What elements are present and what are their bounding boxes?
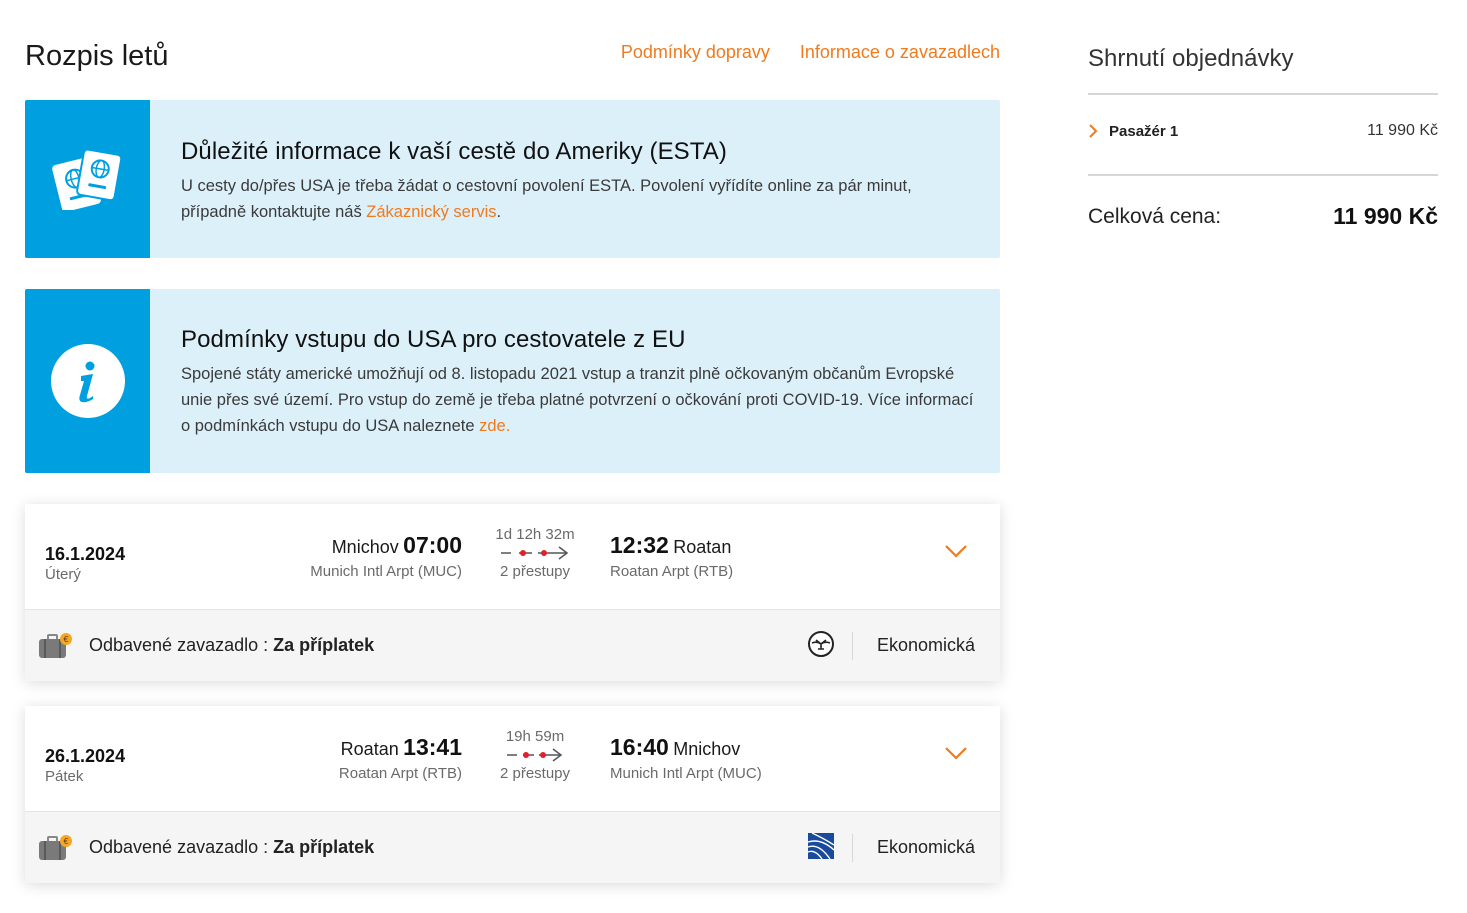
esta-title: Důležité informace k vaší cestě do Ameri… — [181, 138, 727, 165]
chevron-down-icon[interactable] — [944, 544, 968, 558]
departure-airport: Roatan Arpt (RTB) — [338, 765, 462, 782]
arrival-airport: Roatan Arpt (RTB) — [610, 563, 734, 580]
flight-details-bar: € Odbavené zavazadlo : Za příplatek Ekon… — [25, 610, 1000, 681]
flight-stops: 2 přestupy — [499, 765, 571, 782]
arrival-time: 12:32 — [610, 532, 669, 558]
baggage-value: Za příplatek — [273, 837, 375, 857]
flight-stops: 2 přestupy — [499, 563, 571, 580]
total-price: 11 990 Kč — [1333, 203, 1438, 229]
esta-description: U cesty do/přes USA je třeba žádat o ces… — [181, 173, 976, 225]
usa-entry-text-body: Spojené státy americké umožňují od 8. li… — [181, 365, 974, 435]
passenger-price: 11 990 Kč — [1367, 122, 1438, 139]
usa-entry-info-box: Podmínky vstupu do USA pro cestovatele z… — [25, 289, 1000, 473]
baggage-label: Odbavené zavazadlo : — [89, 635, 274, 655]
usa-entry-title: Podmínky vstupu do USA pro cestovatele z… — [181, 326, 686, 353]
flight-date: 26.1.2024 — [45, 746, 126, 766]
passenger-label: Pasažér 1 — [1109, 123, 1179, 140]
departure-time: 07:00 — [403, 532, 462, 558]
esta-text-end: . — [496, 203, 502, 221]
flight-date: 16.1.2024 — [45, 544, 126, 564]
esta-icon-panel — [25, 100, 150, 258]
arrival: 16:40 Mnichov Munich Intl Arpt (MUC) — [610, 734, 762, 782]
flight-duration-block: 19h 59m 2 přestupy — [490, 728, 580, 782]
flight-duration: 1d 12h 32m — [495, 526, 575, 543]
info-icon — [50, 344, 125, 418]
arrival-time: 16:40 — [610, 734, 669, 760]
departure: Mnichov 07:00 Munich Intl Arpt (MUC) — [310, 532, 462, 580]
flight-duration: 19h 59m — [505, 728, 565, 745]
flight-details-bar: € Odbavené zavazadlo : Za příplatek Ekon… — [25, 812, 1000, 883]
arrival-city: Mnichov — [673, 739, 741, 759]
flight-day: Pátek — [45, 768, 84, 785]
chevron-right-icon — [1089, 124, 1098, 138]
route-arrow-icon — [501, 546, 569, 560]
united-logo-icon — [807, 832, 835, 860]
header-links: Podmínky dopravy Informace o zavazadlech — [621, 42, 1000, 63]
passport-icon — [51, 148, 122, 210]
esta-info-box: Důležité informace k vaší cestě do Ameri… — [25, 100, 1000, 258]
page-header: Rozpis letů Podmínky dopravy Informace o… — [25, 0, 1000, 100]
chevron-down-icon[interactable] — [944, 746, 968, 760]
arrival-city: Roatan — [673, 537, 732, 557]
baggage-label: Odbavené zavazadlo : — [89, 837, 274, 857]
baggage-info: Odbavené zavazadlo : Za příplatek — [89, 837, 374, 858]
svg-text:€: € — [63, 837, 68, 846]
cabin-class: Ekonomická — [876, 635, 975, 655]
flight-card-outbound: 16.1.2024 Úterý Mnichov 07:00 Munich Int… — [25, 504, 1000, 681]
summary-divider — [1088, 93, 1438, 95]
carriage-conditions-link[interactable]: Podmínky dopravy — [621, 42, 770, 63]
flight-breakdown: Rozpis letů Podmínky dopravy Informace o… — [25, 0, 1000, 883]
arrival: 12:32 Roatan Roatan Arpt (RTB) — [610, 532, 733, 580]
esta-text-body: U cesty do/přes USA je třeba žádat o ces… — [181, 177, 912, 221]
summary-divider — [1088, 174, 1438, 176]
svg-text:€: € — [63, 635, 68, 644]
paid-baggage-icon: € — [39, 633, 72, 658]
departure-city: Roatan — [340, 739, 399, 759]
usa-entry-more-link[interactable]: zde. — [479, 417, 510, 435]
departure-city: Mnichov — [331, 537, 399, 557]
departure-airport: Munich Intl Arpt (MUC) — [310, 563, 462, 580]
summary-title: Shrnutí objednávky — [1088, 45, 1294, 72]
cabin-class: Ekonomická — [876, 837, 975, 857]
cabin-separator — [852, 632, 853, 660]
total-label: Celková cena: — [1088, 205, 1222, 228]
flight-card-return: 26.1.2024 Pátek Roatan 13:41 Roatan Arpt… — [25, 706, 1000, 883]
passenger-row[interactable]: Pasažér 1 11 990 Kč — [1088, 121, 1438, 143]
baggage-info-link[interactable]: Informace o zavazadlech — [800, 42, 1000, 63]
cabin-separator — [852, 834, 853, 862]
customer-service-link[interactable]: Zákaznický servis — [366, 203, 496, 221]
flight-duration-block: 1d 12h 32m 2 přestupy — [490, 526, 580, 580]
info-icon-panel — [25, 289, 150, 473]
lufthansa-logo-icon — [808, 631, 834, 657]
baggage-info: Odbavené zavazadlo : Za příplatek — [89, 635, 374, 656]
usa-entry-description: Spojené státy americké umožňují od 8. li… — [181, 361, 976, 439]
paid-baggage-icon: € — [39, 835, 72, 860]
flight-summary[interactable]: 16.1.2024 Úterý Mnichov 07:00 Munich Int… — [25, 504, 1000, 610]
departure: Roatan 13:41 Roatan Arpt (RTB) — [339, 734, 462, 782]
flight-day: Úterý — [45, 566, 81, 583]
route-arrow-icon — [507, 748, 563, 762]
esta-text: Důležité informace k vaší cestě do Ameri… — [150, 100, 1000, 258]
arrival-airport: Munich Intl Arpt (MUC) — [610, 765, 762, 782]
departure-time: 13:41 — [403, 734, 462, 760]
usa-entry-text: Podmínky vstupu do USA pro cestovatele z… — [150, 289, 1000, 473]
page-title: Rozpis letů — [25, 40, 169, 72]
flight-summary[interactable]: 26.1.2024 Pátek Roatan 13:41 Roatan Arpt… — [25, 706, 1000, 812]
baggage-value: Za příplatek — [273, 635, 375, 655]
